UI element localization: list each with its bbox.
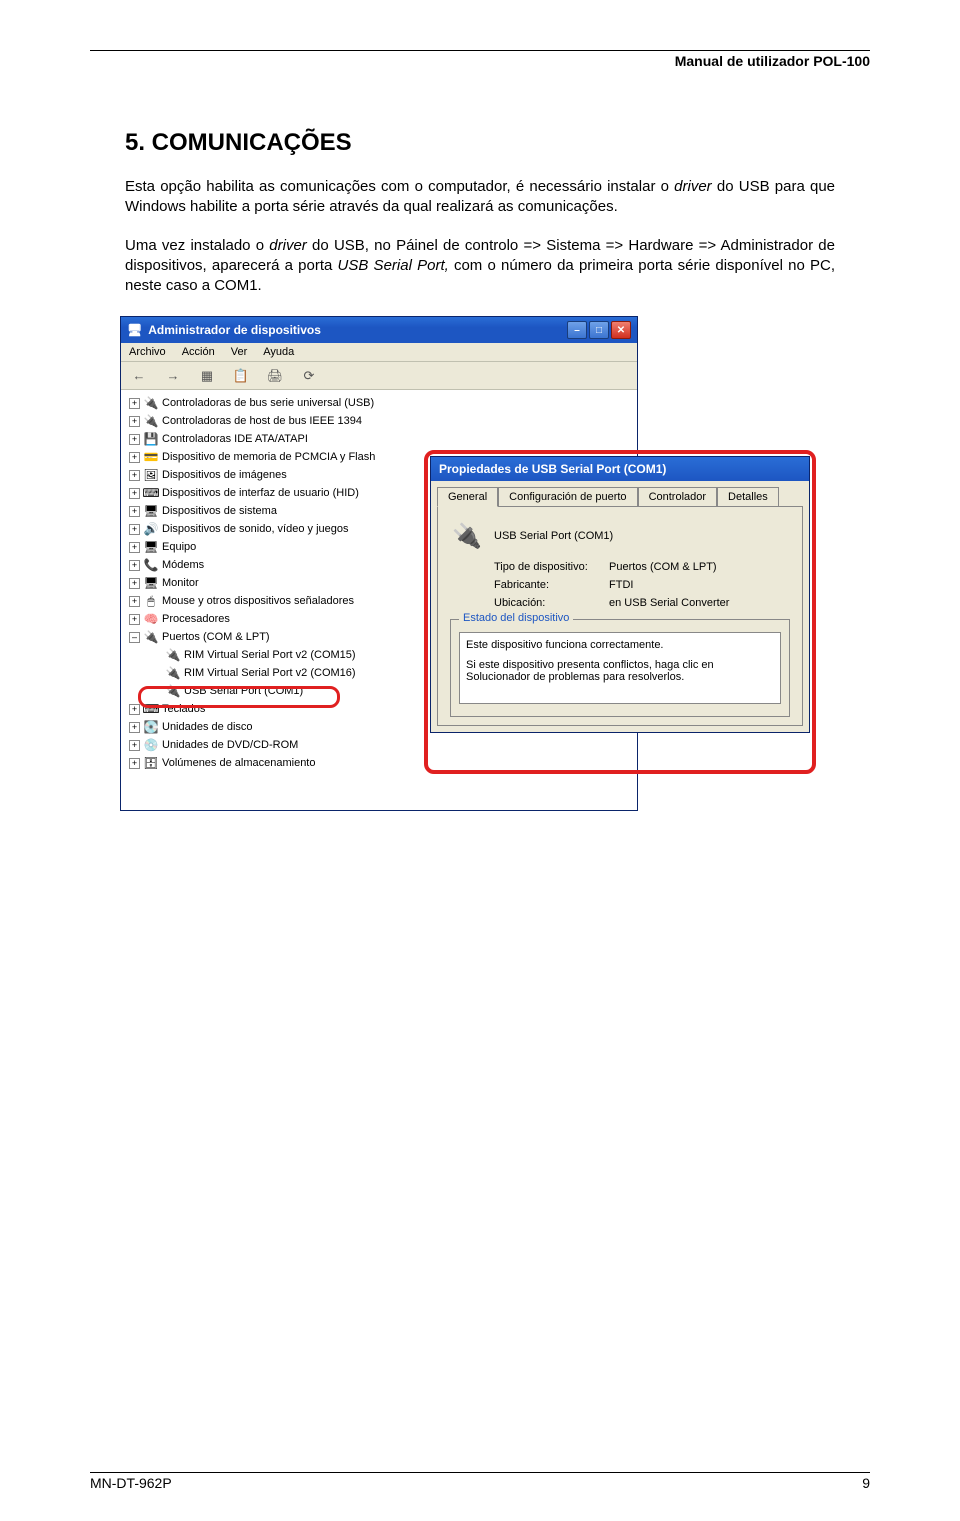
port-icon: 🔌 bbox=[143, 629, 159, 645]
dm-title: Administrador de dispositivos bbox=[148, 323, 321, 337]
expand-icon[interactable]: + bbox=[129, 470, 140, 481]
tree-label: Monitor bbox=[162, 577, 199, 589]
dm-toolbar: ← → ▦ 📋 🖨 ⟳ bbox=[121, 362, 637, 390]
device-icon: 🔌 bbox=[143, 395, 159, 411]
expand-icon[interactable]: + bbox=[129, 434, 140, 445]
tree-label: Puertos (COM & LPT) bbox=[162, 631, 270, 643]
device-icon: 💳 bbox=[143, 449, 159, 465]
header-rule bbox=[90, 50, 870, 51]
tree-label: Controladoras IDE ATA/ATAPI bbox=[162, 433, 308, 445]
footer-page-number: 9 bbox=[862, 1475, 870, 1491]
tree-label: Controladoras de host de bus IEEE 1394 bbox=[162, 415, 362, 427]
tree-label: Dispositivo de memoria de PCMCIA y Flash bbox=[162, 451, 375, 463]
paragraph-2: Uma vez instalado o driver do USB, no Pá… bbox=[125, 236, 835, 297]
p2-usb: USB Serial Port, bbox=[338, 257, 449, 274]
refresh-icon[interactable]: ⟳ bbox=[299, 366, 319, 386]
device-icon: 💿 bbox=[143, 737, 159, 753]
expand-icon[interactable]: + bbox=[129, 614, 140, 625]
tree-label: Unidades de disco bbox=[162, 721, 253, 733]
device-icon: 🧠 bbox=[143, 611, 159, 627]
expand-icon[interactable]: + bbox=[129, 524, 140, 535]
dm-titlebar: 🖥 Administrador de dispositivos – □ ✕ bbox=[121, 317, 637, 343]
device-icon: 💾 bbox=[143, 431, 159, 447]
expand-icon[interactable]: + bbox=[129, 506, 140, 517]
footer: MN-DT-962P 9 bbox=[90, 1472, 870, 1491]
expand-icon[interactable]: + bbox=[129, 596, 140, 607]
footer-rule bbox=[90, 1472, 870, 1473]
device-icon: 🖼 bbox=[143, 467, 159, 483]
p1-driver: driver bbox=[674, 178, 712, 195]
tree-label: Mouse y otros dispositivos señaladores bbox=[162, 595, 354, 607]
tree-view-icon[interactable]: ▦ bbox=[197, 366, 217, 386]
device-icon: 🖥 bbox=[143, 575, 159, 591]
expand-icon[interactable]: + bbox=[129, 416, 140, 427]
print-icon[interactable]: 🖨 bbox=[265, 366, 285, 386]
footer-doc-id: MN-DT-962P bbox=[90, 1475, 172, 1491]
expand-icon[interactable]: + bbox=[129, 722, 140, 733]
tree-label: RIM Virtual Serial Port v2 (COM16) bbox=[184, 667, 356, 679]
expand-icon[interactable]: + bbox=[129, 758, 140, 769]
device-icon: 🔊 bbox=[143, 521, 159, 537]
device-icon: 🖱 bbox=[143, 593, 159, 609]
device-icon: 🔌 bbox=[143, 413, 159, 429]
dm-app-icon: 🖥 bbox=[127, 323, 142, 337]
tree-label: Dispositivos de imágenes bbox=[162, 469, 287, 481]
tree-label: Controladoras de bus serie universal (US… bbox=[162, 397, 374, 409]
minimize-button[interactable]: – bbox=[567, 321, 587, 339]
expand-icon[interactable]: + bbox=[129, 452, 140, 463]
expand-icon[interactable]: + bbox=[129, 560, 140, 571]
p1-text-a: Esta opção habilita as comunicações com … bbox=[125, 178, 674, 195]
port-icon: 🔌 bbox=[165, 665, 181, 681]
expand-icon[interactable]: + bbox=[129, 398, 140, 409]
paragraph-1: Esta opção habilita as comunicações com … bbox=[125, 177, 835, 218]
p2-text-a: Uma vez instalado o bbox=[125, 237, 269, 254]
collapse-icon[interactable]: – bbox=[129, 632, 140, 643]
expand-icon[interactable]: + bbox=[129, 704, 140, 715]
tree-label: Volúmenes de almacenamiento bbox=[162, 757, 315, 769]
tree-label: Equipo bbox=[162, 541, 196, 553]
section-title: 5. COMUNICAÇÕES bbox=[125, 129, 870, 157]
device-icon: 🖥 bbox=[143, 503, 159, 519]
p2-driver: driver bbox=[269, 237, 307, 254]
device-icon: 💽 bbox=[143, 719, 159, 735]
menu-ver[interactable]: Ver bbox=[231, 346, 248, 358]
tree-label: Unidades de DVD/CD-ROM bbox=[162, 739, 298, 751]
expand-icon[interactable]: + bbox=[129, 542, 140, 553]
properties-icon[interactable]: 📋 bbox=[231, 366, 251, 386]
dm-menubar: Archivo Acción Ver Ayuda bbox=[121, 343, 637, 362]
close-button[interactable]: ✕ bbox=[611, 321, 631, 339]
tree-item[interactable]: +🔌Controladoras de bus serie universal (… bbox=[123, 394, 635, 412]
menu-ayuda[interactable]: Ayuda bbox=[263, 346, 294, 358]
expand-icon[interactable]: + bbox=[129, 488, 140, 499]
menu-accion[interactable]: Acción bbox=[182, 346, 215, 358]
tree-label: Dispositivos de sonido, vídeo y juegos bbox=[162, 523, 349, 535]
menu-archivo[interactable]: Archivo bbox=[129, 346, 166, 358]
header-title: Manual de utilizador POL-100 bbox=[90, 53, 870, 69]
back-icon[interactable]: ← bbox=[129, 366, 149, 386]
port-icon: 🔌 bbox=[165, 647, 181, 663]
tree-label: RIM Virtual Serial Port v2 (COM15) bbox=[184, 649, 356, 661]
device-icon: 🗄 bbox=[143, 755, 159, 771]
device-icon: ⌨ bbox=[143, 485, 159, 501]
expand-icon[interactable]: + bbox=[129, 740, 140, 751]
tree-item[interactable]: +🔌Controladoras de host de bus IEEE 1394 bbox=[123, 412, 635, 430]
tab-general[interactable]: General bbox=[437, 487, 498, 507]
tree-label: Dispositivos de interfaz de usuario (HID… bbox=[162, 487, 359, 499]
expand-icon[interactable]: + bbox=[129, 578, 140, 589]
screenshot-composite: 🖥 Administrador de dispositivos – □ ✕ Ar… bbox=[120, 316, 840, 836]
tree-item[interactable]: +💾Controladoras IDE ATA/ATAPI bbox=[123, 430, 635, 448]
device-icon: 🖥 bbox=[143, 539, 159, 555]
tree-label: Módems bbox=[162, 559, 204, 571]
forward-icon[interactable]: → bbox=[163, 366, 183, 386]
highlight-usb-serial-port bbox=[138, 686, 340, 708]
maximize-button[interactable]: □ bbox=[589, 321, 609, 339]
device-icon: 📞 bbox=[143, 557, 159, 573]
tree-label: Dispositivos de sistema bbox=[162, 505, 277, 517]
tree-label: Procesadores bbox=[162, 613, 230, 625]
